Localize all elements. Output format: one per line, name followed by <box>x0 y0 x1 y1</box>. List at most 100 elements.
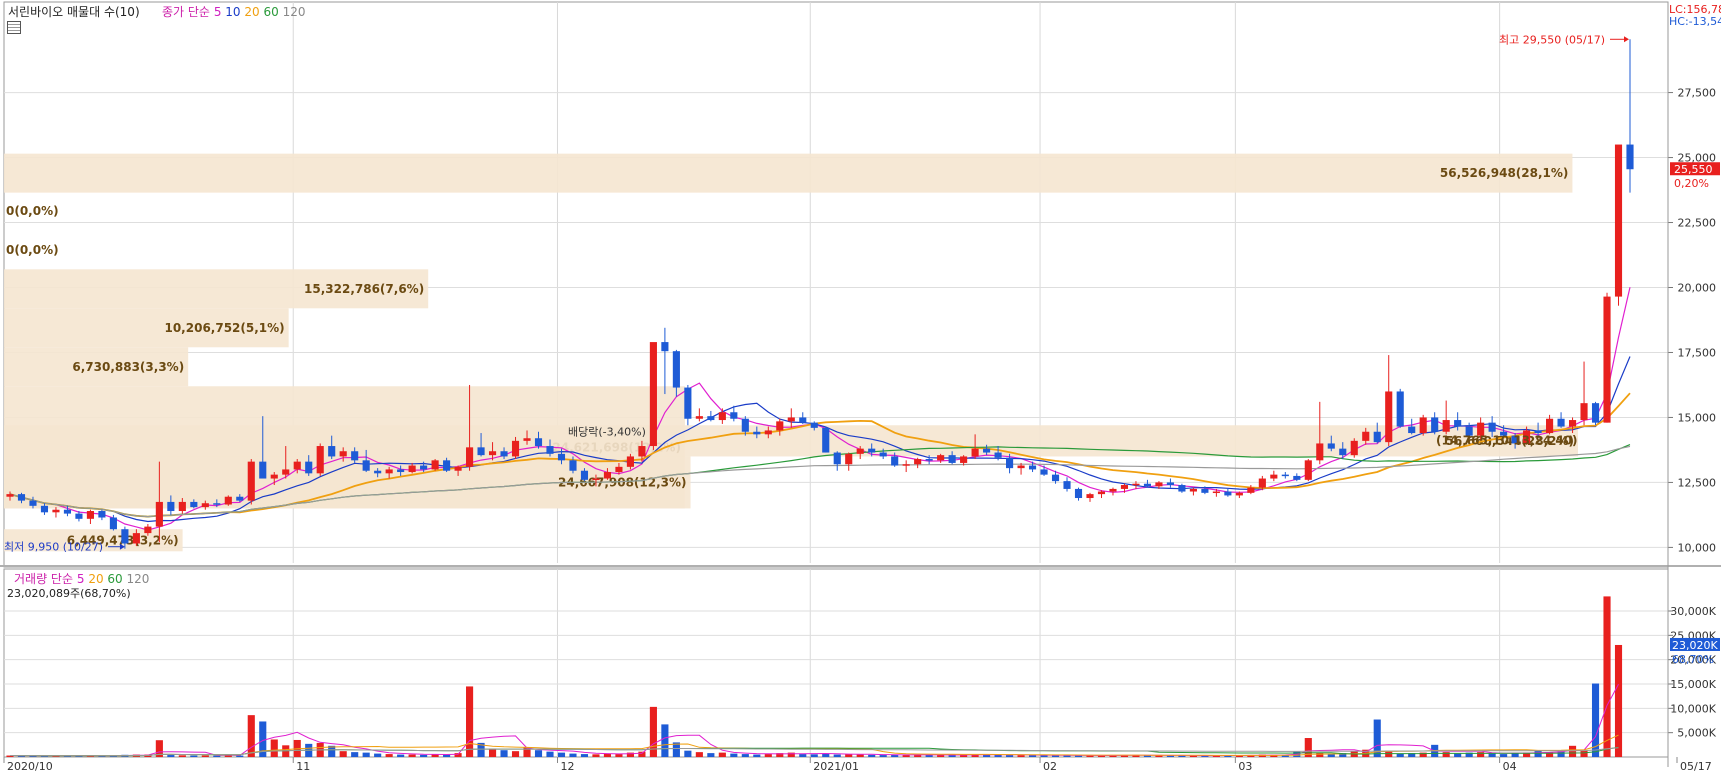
candle-body <box>1454 420 1462 427</box>
volume-bar <box>707 753 715 757</box>
candle-body <box>443 460 451 471</box>
candle-body <box>1419 417 1427 434</box>
candle-body <box>1051 474 1060 482</box>
candle-body <box>638 446 646 457</box>
dividend-annotation: 배당락(-3,40%) <box>568 426 646 439</box>
y-tick-label: 10,000 <box>1678 541 1717 554</box>
volume-bar <box>178 755 186 757</box>
candle-body <box>477 447 485 456</box>
candle-body <box>488 451 497 456</box>
candle-body <box>270 474 278 479</box>
candle-body <box>695 416 703 419</box>
grid-icon[interactable] <box>7 21 21 34</box>
stock-chart: 6,449,473(3,2%)24,621,698(12,2%)24,667,9… <box>0 1 1721 773</box>
vol-ma-20: 20 <box>88 572 104 586</box>
candle-body <box>420 465 428 470</box>
volume-bar <box>1568 745 1577 757</box>
x-tick-label: 2021/01 <box>813 760 859 773</box>
candle-body <box>1281 474 1289 477</box>
x-tick-label: 2020/10 <box>7 760 53 773</box>
volume-bar <box>718 752 726 757</box>
candle-body <box>1385 391 1393 443</box>
price-tag-label: 25,550 <box>1674 163 1713 176</box>
candle-body <box>822 427 830 453</box>
volume-bar <box>1580 750 1588 757</box>
y-tick-label: 17,500 <box>1678 346 1717 359</box>
candle-body <box>615 466 623 473</box>
candle-body <box>17 494 26 501</box>
current-volume-text: 23,020,089주(68,70%) <box>7 587 131 600</box>
candle-body <box>718 412 726 421</box>
volume-bar <box>1454 753 1462 757</box>
price-change-label: 0,20% <box>1674 177 1709 190</box>
candle-body <box>1626 144 1634 170</box>
candle-body <box>1212 491 1220 494</box>
candle-body <box>1534 430 1542 434</box>
overlay-label: (14,765,10 13,24 40) <box>1436 434 1578 448</box>
candle-body <box>316 446 324 474</box>
volume-bar <box>592 754 600 757</box>
volume-bar <box>741 754 749 757</box>
volume-bar <box>1614 644 1623 757</box>
volume-bar <box>833 754 841 757</box>
volume-bar <box>201 755 209 757</box>
volume-tag-label: 23,020K <box>1672 639 1718 652</box>
chart-title-label[interactable]: 서린바이오 매물대 수(10) <box>8 3 140 20</box>
volume-bar <box>753 754 761 757</box>
candle-body <box>925 459 933 461</box>
volume-profile-band <box>4 153 1573 193</box>
volume-bar <box>385 754 393 757</box>
volume-bar <box>167 755 175 757</box>
candle-body <box>454 466 462 471</box>
candle-body <box>1040 469 1048 475</box>
candle-body <box>741 418 749 432</box>
low-annotation: 최저 9,950 (10/27) <box>4 541 103 554</box>
x-tick-label: 12 <box>560 760 574 773</box>
volume-y-tick-label: 10,000K <box>1670 702 1716 715</box>
volume-bar <box>397 754 405 757</box>
candle-body <box>1557 418 1565 427</box>
ma-legend[interactable]: 종가 단순 5 10 20 60 120 <box>162 3 306 20</box>
candle-body <box>1591 403 1600 423</box>
ma-period-10: 10 <box>225 5 241 19</box>
candle-body <box>833 452 841 465</box>
candle-body <box>178 501 186 512</box>
candle-body <box>1603 296 1611 423</box>
candle-body <box>29 500 37 506</box>
candle-body <box>1442 420 1450 432</box>
candle-body <box>1155 482 1163 487</box>
volume-bar <box>190 755 198 757</box>
candle-body <box>534 438 543 447</box>
candle-body <box>40 505 49 513</box>
candle-body <box>1201 488 1209 493</box>
volume-bar <box>339 751 347 757</box>
candle-body <box>6 494 14 497</box>
candle-body <box>1189 488 1197 492</box>
candle-body <box>730 412 738 419</box>
candle-body <box>569 460 577 471</box>
candle-body <box>557 453 566 461</box>
candle-body <box>1074 488 1083 499</box>
volume-bar <box>799 754 807 757</box>
volume-bar <box>615 754 623 757</box>
volume-y-tick-label: 30,000K <box>1670 605 1716 618</box>
candle-body <box>1235 492 1243 496</box>
candle-body <box>1028 465 1037 470</box>
candle-body <box>1396 391 1404 427</box>
candle-body <box>891 456 899 466</box>
candle-body <box>1224 491 1232 496</box>
candle-body <box>994 452 1002 458</box>
candle-body <box>351 451 359 461</box>
volume-bar <box>730 753 738 757</box>
candle-body <box>1178 485 1186 492</box>
candle-body <box>305 461 313 474</box>
volume-bar <box>638 751 646 757</box>
volume-profile-label: 15,322,786(7,6%) <box>304 282 424 296</box>
candle-body <box>787 417 795 422</box>
volume-bar <box>1017 755 1025 757</box>
y-tick-label: 27,500 <box>1678 87 1717 100</box>
x-tick-label: 04 <box>1503 760 1517 773</box>
candle-body <box>753 431 761 435</box>
candle-body <box>1408 426 1416 434</box>
candle-body <box>132 533 140 544</box>
